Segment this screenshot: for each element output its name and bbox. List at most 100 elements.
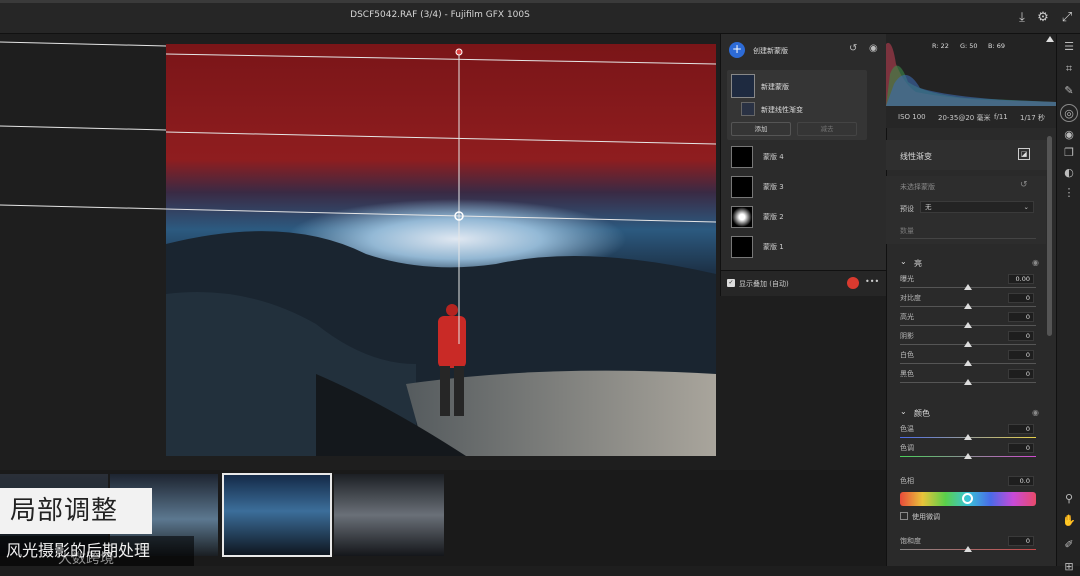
rgb-r: R: 22 xyxy=(932,42,949,50)
color-section-header[interactable]: ⌄ 颜色 ◉ xyxy=(886,400,1050,424)
edit-sections: 线性渐变 ◪ 未选择蒙版 ↺ 预设 无 ⌄ 数量 ⌄ 亮 ◉ 曝光 0.00 对比度… xyxy=(886,134,1050,566)
slider-row: 阴影 0 xyxy=(900,331,1036,349)
slider-knob[interactable] xyxy=(964,360,972,366)
saturation-value[interactable]: 0 xyxy=(1008,536,1034,546)
crop-icon[interactable]: ⌗ xyxy=(1060,60,1078,78)
new-mask-thumb[interactable] xyxy=(731,74,755,98)
add-mask-icon[interactable]: + xyxy=(729,42,745,58)
slider-knob[interactable] xyxy=(964,379,972,385)
slider-knob[interactable] xyxy=(964,434,972,440)
redeye-icon[interactable]: ◉ xyxy=(1060,126,1078,144)
gradient-tool-icon[interactable]: ◪ xyxy=(1018,148,1030,160)
reset-icon[interactable]: ↺ xyxy=(849,43,857,54)
amount-slider[interactable] xyxy=(900,238,1036,239)
mask-thumb-4 xyxy=(731,146,753,168)
mask-label-2: 蒙版 2 xyxy=(763,213,784,221)
add-button[interactable]: 添加 xyxy=(731,122,791,136)
eyedropper-icon[interactable]: ✐ xyxy=(1060,536,1078,554)
slider-knob[interactable] xyxy=(964,453,972,459)
slider-knob[interactable] xyxy=(964,341,972,347)
slider-value[interactable]: 0 xyxy=(1008,293,1034,303)
window-chrome xyxy=(0,0,1080,3)
iso-value: ISO 100 xyxy=(898,113,926,121)
hue-knob[interactable] xyxy=(962,493,973,504)
slider-value[interactable]: 0 xyxy=(1008,350,1034,360)
slider-knob[interactable] xyxy=(964,303,972,309)
camera-info: ISO 100 20-35@20 毫米 f/11 1/17 秒 xyxy=(886,106,1056,128)
chevron-down-icon: ⌄ xyxy=(1023,203,1029,211)
preset-value: 无 xyxy=(925,203,932,211)
slider-value[interactable]: 0 xyxy=(1008,312,1034,322)
mask-label-3: 蒙版 3 xyxy=(763,183,784,191)
sliders-icon[interactable]: ☰ xyxy=(1060,38,1078,56)
watermark: 大数跨境 xyxy=(58,551,114,567)
photo-preview[interactable] xyxy=(166,44,716,456)
show-overlay-checkbox[interactable]: ✓ xyxy=(727,279,735,287)
slider-label: 对比度 xyxy=(900,294,921,302)
create-mask-label[interactable]: 创建新蒙版 xyxy=(753,46,788,56)
slider-label: 高光 xyxy=(900,313,914,321)
unselected-mask-label: 未选择蒙版 xyxy=(900,183,935,191)
snapshot-icon[interactable]: ❐ xyxy=(1060,144,1078,162)
saturation-knob[interactable] xyxy=(964,546,972,552)
saturation-label: 饱和度 xyxy=(900,537,921,545)
thumbnail-4[interactable] xyxy=(334,474,444,556)
thumbnail-3-selected[interactable] xyxy=(222,473,332,557)
subtract-button[interactable]: 减去 xyxy=(797,122,857,136)
histogram: R: 22 G: 50 B: 69 xyxy=(886,34,1056,106)
slider-knob[interactable] xyxy=(964,284,972,290)
brush-icon[interactable]: ✎ xyxy=(1060,82,1078,100)
slider-value[interactable]: 0 xyxy=(1008,443,1034,453)
light-section-header[interactable]: ⌄ 亮 ◉ xyxy=(886,250,1050,274)
zoom-icon[interactable]: ⚲ xyxy=(1060,490,1078,508)
rgb-g: G: 50 xyxy=(960,42,978,50)
slider-value[interactable]: 0 xyxy=(1008,424,1034,434)
mask-row-2[interactable]: 蒙版 2 xyxy=(729,206,879,234)
slider-value[interactable]: 0.00 xyxy=(1008,274,1034,284)
hue-value[interactable]: 0.0 xyxy=(1008,476,1034,486)
preset-select[interactable]: 无 ⌄ xyxy=(920,201,1034,213)
more-options-icon[interactable]: ••• xyxy=(865,277,879,286)
slider-row: 对比度 0 xyxy=(900,293,1036,311)
linear-gradient-title: 线性渐变 xyxy=(900,152,932,161)
hue-slider[interactable] xyxy=(900,492,1036,506)
slider-knob[interactable] xyxy=(964,322,972,328)
linear-gradient-header: 线性渐变 ◪ xyxy=(886,140,1050,170)
grid-icon[interactable]: ⊞ xyxy=(1060,558,1078,576)
more-tools-icon[interactable]: ⋮ xyxy=(1060,184,1078,202)
mask-tool-icon[interactable]: ◎ xyxy=(1060,104,1078,122)
fine-adjust-checkbox[interactable] xyxy=(900,512,908,520)
eye-icon[interactable]: ◉ xyxy=(1032,258,1039,267)
caption-title: 局部调整 xyxy=(0,488,152,534)
mask-thumb-3 xyxy=(731,176,753,198)
slider-row: 色温 0 xyxy=(900,424,1036,442)
presets-icon[interactable]: ◐ xyxy=(1060,164,1078,182)
hand-icon[interactable]: ✋ xyxy=(1060,512,1078,530)
slider-row: 黑色 0 xyxy=(900,369,1036,387)
clipping-indicator-icon[interactable] xyxy=(1046,36,1054,42)
eye-icon[interactable]: ◉ xyxy=(1032,408,1039,417)
slider-row: 色调 0 xyxy=(900,443,1036,461)
overlay-color-swatch[interactable] xyxy=(847,277,859,289)
linear-gradient-icon xyxy=(741,102,755,116)
tool-strip: ☰ ⌗ ✎ ◎ ◉ ❐ ◐ ⋮ ⚲ ✋ ✐ ⊞ xyxy=(1056,34,1080,573)
scrollbar[interactable] xyxy=(1047,136,1052,336)
export-icon[interactable]: ⤓ xyxy=(1013,8,1031,26)
saturation-row: 饱和度 0 xyxy=(900,536,1036,554)
new-mask-label[interactable]: 新建蒙版 xyxy=(761,82,789,92)
reset-icon[interactable]: ↺ xyxy=(1020,180,1028,190)
mask-label-1: 蒙版 1 xyxy=(763,243,784,251)
gradient-guides xyxy=(0,41,166,210)
slider-value[interactable]: 0 xyxy=(1008,331,1034,341)
rgb-b: B: 69 xyxy=(988,42,1005,50)
mask-thumb-2 xyxy=(731,206,753,228)
gear-icon[interactable]: ⚙ xyxy=(1034,8,1052,26)
mask-row-3[interactable]: 蒙版 3 xyxy=(729,176,879,204)
mask-row-4[interactable]: 蒙版 4 xyxy=(729,146,879,174)
eye-icon[interactable]: ◉ xyxy=(869,43,878,54)
slider-value[interactable]: 0 xyxy=(1008,369,1034,379)
new-linear-label[interactable]: 新建线性渐变 xyxy=(761,105,803,115)
slider-label: 色调 xyxy=(900,444,914,452)
mask-row-1[interactable]: 蒙版 1 xyxy=(729,236,879,264)
fullscreen-icon[interactable]: ⤢ xyxy=(1058,8,1076,26)
